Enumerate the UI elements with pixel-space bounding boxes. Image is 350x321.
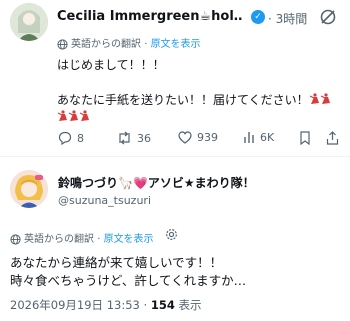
repost-icon <box>119 131 130 145</box>
like-count: 939 <box>197 131 218 144</box>
views-button[interactable]: 6K <box>243 131 274 144</box>
dancer-emoji-row <box>57 109 90 126</box>
like-button[interactable]: 939 <box>178 131 218 144</box>
bookmark-button[interactable] <box>299 131 311 145</box>
grok-icon[interactable] <box>319 8 337 26</box>
divider <box>0 156 350 157</box>
views-label: 表示 <box>178 298 202 312</box>
dancer-emoji <box>57 110 68 124</box>
dancer-emoji <box>68 110 79 124</box>
dancer-emoji <box>79 110 90 124</box>
dancer-emoji <box>320 93 331 107</box>
share-icon <box>326 131 339 145</box>
repost-count: 36 <box>137 131 151 145</box>
view-count: 154 <box>150 298 175 312</box>
translation-row: 英語からの翻訳 · 原文を表示 <box>10 230 154 245</box>
view-count: 6K <box>260 131 275 144</box>
reply-text-line1: あなたから連絡が来て嬉しいです！！ <box>10 255 223 270</box>
tweet-actions: 8 36 939 6K <box>55 131 345 151</box>
tweet-timestamp[interactable]: 2026年09月19日 13:53 <box>10 298 140 312</box>
reply-author-avatar[interactable] <box>10 170 48 208</box>
reply-text: あなたから連絡が来て嬉しいです！！ 時々食べちゃうけど、許してくれますか… <box>10 254 246 290</box>
tweet-time[interactable]: · 3時間 <box>268 10 307 27</box>
tweet-text-line1: はじめまして！！！ <box>57 58 165 72</box>
dancer-emoji <box>309 93 320 107</box>
tweet-meta: 2026年09月19日 13:53 · 154 表示 <box>10 298 202 312</box>
translation-row: 英語からの翻訳 · 原文を表示 <box>57 35 201 50</box>
verified-badge-icon: ✓ <box>251 10 265 24</box>
reply-author-handle[interactable]: @suzuna_tsuzuri <box>58 194 151 207</box>
bookmark-icon <box>300 131 310 145</box>
translation-label: 英語からの翻訳 <box>71 39 141 50</box>
reply-button[interactable]: 8 <box>58 131 84 145</box>
repost-button[interactable]: 36 <box>117 131 151 145</box>
reply-author-name[interactable]: 鈴鳴つづり🦙💗アソビ★まわり隊！ <box>58 174 255 191</box>
gear-icon[interactable] <box>165 228 178 241</box>
tweet-text-line2: あなたに手紙を送りたい！！届けてください！ <box>57 92 331 109</box>
author-avatar[interactable] <box>10 3 48 41</box>
share-button[interactable] <box>326 131 339 145</box>
show-original-link[interactable]: 原文を表示 <box>104 234 154 245</box>
reply-icon <box>58 131 72 145</box>
show-original-link[interactable]: 原文を表示 <box>151 39 201 50</box>
globe-icon <box>10 233 21 245</box>
reply-count: 8 <box>77 131 84 145</box>
reply-text-line2: 時々食べちゃうけど、許してくれますか… <box>10 273 247 288</box>
author-name[interactable]: Cecilia Immergreen☕hol… <box>57 9 243 24</box>
translation-label: 英語からの翻訳 <box>24 234 94 245</box>
heart-icon <box>178 131 192 144</box>
globe-icon <box>57 38 68 50</box>
analytics-icon <box>244 132 254 143</box>
